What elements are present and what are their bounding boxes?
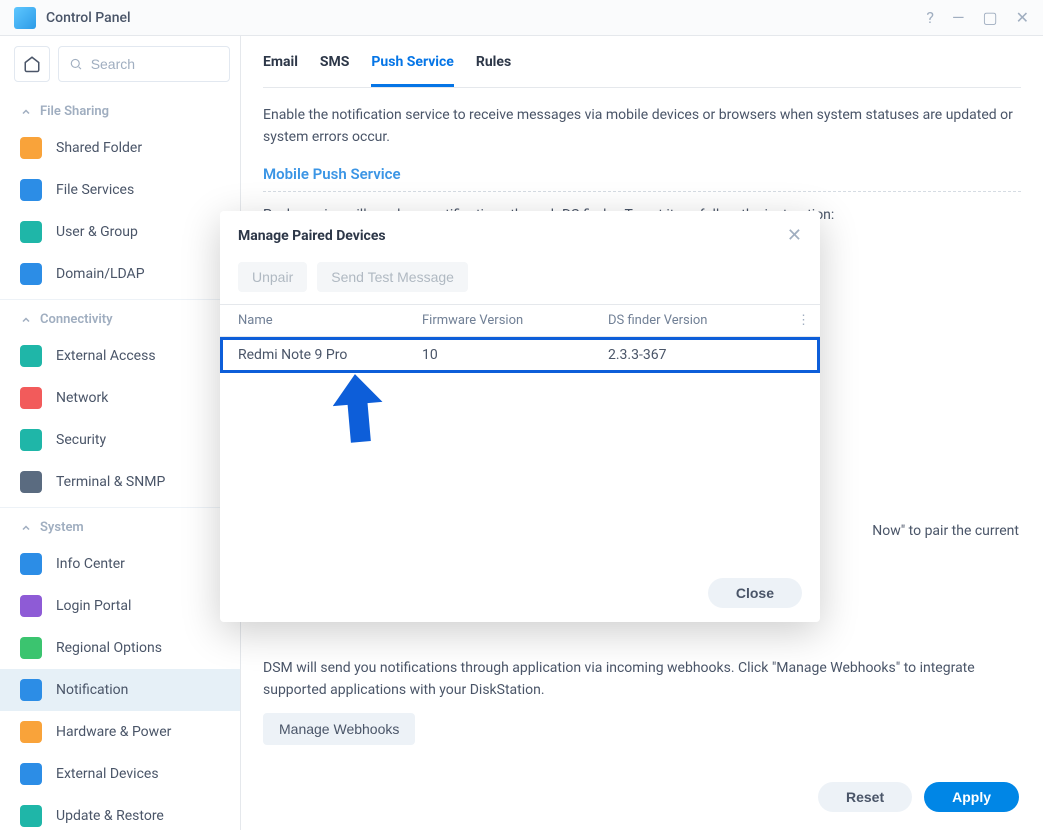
- sidebar-item-login-portal[interactable]: Login Portal: [0, 585, 240, 627]
- section-header[interactable]: File Sharing: [0, 96, 240, 127]
- search-icon: [69, 56, 83, 72]
- apply-button[interactable]: Apply: [924, 782, 1019, 812]
- sidebar-item-terminal-snmp[interactable]: Terminal & SNMP: [0, 461, 240, 503]
- sidebar-item-label: File Services: [56, 182, 134, 198]
- region-icon: [20, 637, 42, 659]
- sidebar-item-label: Domain/LDAP: [56, 266, 145, 282]
- unpair-button[interactable]: Unpair: [238, 262, 307, 292]
- sidebar-item-label: Security: [56, 432, 106, 448]
- mobile-push-title: Mobile Push Service: [263, 165, 1021, 191]
- sidebar-item-hardware-power[interactable]: Hardware & Power: [0, 711, 240, 753]
- footer-buttons: Reset Apply: [818, 782, 1019, 812]
- help-icon[interactable]: ?: [926, 8, 934, 27]
- sidebar-item-label: External Devices: [56, 766, 159, 782]
- chevron-up-icon: [20, 314, 32, 326]
- tab-sms[interactable]: SMS: [320, 54, 350, 87]
- sidebar-item-user-group[interactable]: User & Group: [0, 211, 240, 253]
- sidebar-item-label: External Access: [56, 348, 156, 364]
- modal-title: Manage Paired Devices: [238, 228, 386, 244]
- window-controls: ? — ▢ ✕: [926, 8, 1029, 27]
- bell-icon: [20, 679, 42, 701]
- sidebar-item-label: Shared Folder: [56, 140, 142, 156]
- window-title: Control Panel: [46, 10, 926, 26]
- tab-push-service[interactable]: Push Service: [371, 54, 453, 87]
- shield-icon: [20, 429, 42, 451]
- manage-webhooks-button[interactable]: Manage Webhooks: [263, 713, 415, 745]
- home-icon: [23, 55, 41, 73]
- sidebar-item-regional-options[interactable]: Regional Options: [0, 627, 240, 669]
- table-cell: 2.3.3-367: [598, 337, 787, 374]
- tabbar: Email SMS Push Service Rules: [263, 36, 1021, 88]
- sidebar-item-label: Regional Options: [56, 640, 162, 656]
- sidebar-item-label: Info Center: [56, 556, 125, 572]
- sidebar-item-domain-ldap[interactable]: Domain/LDAP: [0, 253, 240, 295]
- ext-icon: [20, 763, 42, 785]
- manage-devices-modal: Manage Paired Devices ✕ Unpair Send Test…: [220, 211, 820, 622]
- chevron-up-icon: [20, 106, 32, 118]
- info-icon: [20, 553, 42, 575]
- sidebar-item-shared-folder[interactable]: Shared Folder: [0, 127, 240, 169]
- minimize-icon[interactable]: —: [952, 8, 965, 27]
- column-header[interactable]: DS finder Version: [598, 305, 787, 337]
- search-row: [0, 36, 240, 92]
- table-row[interactable]: Redmi Note 9 Pro102.3.3-367: [220, 337, 820, 374]
- section-label: System: [40, 520, 84, 535]
- kebab-icon[interactable]: ⋮: [797, 313, 810, 328]
- tab-rules[interactable]: Rules: [476, 54, 511, 87]
- close-window-icon[interactable]: ✕: [1016, 8, 1029, 27]
- sidebar-item-update-restore[interactable]: Update & Restore: [0, 795, 240, 830]
- home-button[interactable]: [14, 46, 50, 82]
- table-cell: 10: [412, 337, 598, 374]
- search-box[interactable]: [58, 46, 230, 82]
- section-header[interactable]: Connectivity: [0, 304, 240, 335]
- table-cell: [787, 337, 820, 374]
- modal-toolbar: Unpair Send Test Message: [220, 256, 820, 304]
- titlebar: Control Panel ? — ▢ ✕: [0, 0, 1043, 36]
- update-icon: [20, 805, 42, 827]
- devices-table: NameFirmware VersionDS finder Version ⋮ R…: [220, 304, 820, 373]
- portal-icon: [20, 595, 42, 617]
- column-header[interactable]: Name: [220, 305, 412, 337]
- sidebar-item-info-center[interactable]: Info Center: [0, 543, 240, 585]
- sidebar-item-label: Network: [56, 390, 108, 406]
- column-header[interactable]: Firmware Version: [412, 305, 598, 337]
- sidebar-item-notification[interactable]: Notification: [0, 669, 240, 711]
- sidebar-item-label: Update & Restore: [56, 808, 164, 824]
- sidebar-item-external-devices[interactable]: External Devices: [0, 753, 240, 795]
- section-label: Connectivity: [40, 312, 113, 327]
- sidebar-item-label: Terminal & SNMP: [56, 474, 165, 490]
- terminal-icon: [20, 471, 42, 493]
- webhook-desc: DSM will send you notifications through …: [263, 645, 1021, 714]
- maximize-icon[interactable]: ▢: [982, 8, 997, 27]
- net-icon: [20, 387, 42, 409]
- table-cell: Redmi Note 9 Pro: [220, 337, 412, 374]
- tab-email[interactable]: Email: [263, 54, 298, 87]
- sidebar-item-file-services[interactable]: File Services: [0, 169, 240, 211]
- sidebar: File Sharing Shared Folder File Services Us…: [0, 36, 241, 830]
- section-label: File Sharing: [40, 104, 109, 119]
- chevron-up-icon: [20, 522, 32, 534]
- sidebar-item-label: User & Group: [56, 224, 138, 240]
- folder-icon: [20, 137, 42, 159]
- intro-text: Enable the notification service to recei…: [263, 88, 1021, 165]
- globe-icon: [20, 345, 42, 367]
- users-icon: [20, 221, 42, 243]
- file-icon: [20, 179, 42, 201]
- domain-icon: [20, 263, 42, 285]
- bulb-icon: [20, 721, 42, 743]
- reset-button[interactable]: Reset: [818, 782, 912, 812]
- section-header[interactable]: System: [0, 512, 240, 543]
- app-icon: [14, 7, 36, 29]
- send-test-button[interactable]: Send Test Message: [317, 262, 468, 292]
- sidebar-item-security[interactable]: Security: [0, 419, 240, 461]
- sidebar-item-external-access[interactable]: External Access: [0, 335, 240, 377]
- sidebar-item-network[interactable]: Network: [0, 377, 240, 419]
- sidebar-item-label: Login Portal: [56, 598, 131, 614]
- modal-close-footer-button[interactable]: Close: [708, 578, 802, 608]
- sidebar-item-label: Notification: [56, 682, 128, 698]
- modal-close-button[interactable]: ✕: [787, 225, 802, 246]
- sidebar-item-label: Hardware & Power: [56, 724, 171, 740]
- search-input[interactable]: [91, 56, 219, 72]
